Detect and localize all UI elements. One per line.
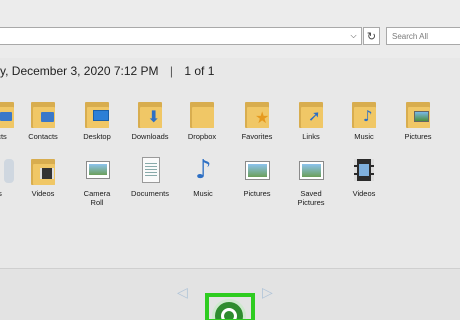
separator: | — [169, 64, 173, 78]
folder-label: Favorites — [241, 132, 273, 141]
library-item[interactable]: Documents — [124, 155, 176, 198]
search-input[interactable]: Search All — [386, 27, 460, 45]
folder-item[interactable]: ⬇ Downloads — [124, 98, 176, 141]
folder-item[interactable]: Videos — [17, 155, 69, 198]
bottom-control-bar: ◁ ▷ — [0, 268, 460, 320]
library-item[interactable]: ♪ Music — [177, 155, 229, 198]
camera-roll-icon — [81, 155, 113, 187]
folder-item[interactable]: ♪ Music — [338, 98, 390, 141]
folder-item[interactable]: Desktop — [71, 98, 123, 141]
library-label: Pictures — [243, 189, 271, 198]
photo-counter: 1 of 1 — [184, 64, 215, 78]
contacts-folder-icon — [0, 98, 18, 130]
library-item[interactable]: Videos — [338, 155, 390, 198]
pictures-folder-icon — [402, 98, 434, 130]
folder-item[interactable]: ➚ Links — [285, 98, 337, 141]
videos-folder-icon — [27, 155, 59, 187]
photo-date: y, December 3, 2020 7:12 PM — [0, 64, 159, 78]
downloads-folder-icon: ⬇ — [134, 98, 166, 130]
contacts-folder-icon — [27, 98, 59, 130]
folder-label: Downloads — [131, 132, 169, 141]
folder-label: Contacts — [28, 132, 58, 141]
photo-info-bar: y, December 3, 2020 7:12 PM | 1 of 1 — [0, 64, 460, 84]
library-label: Saved Pictures — [297, 189, 325, 207]
folder-label: Links — [302, 132, 320, 141]
library-item[interactable]: Camera Roll — [71, 155, 123, 207]
folder-label: Desktop — [83, 132, 111, 141]
next-icon[interactable]: ▷ — [262, 285, 273, 301]
videos-library-icon — [348, 155, 380, 187]
folder-item[interactable]: Contacts — [17, 98, 69, 141]
address-dropdown-icon[interactable]: ⌵ — [346, 28, 361, 44]
folder-icon — [0, 155, 16, 187]
folder-label: Dropbox — [187, 132, 217, 141]
music-library-icon: ♪ — [195, 155, 212, 185]
folder-label: Music — [354, 132, 374, 141]
library-label: Videos — [352, 189, 376, 198]
highlight-box — [205, 293, 255, 320]
folder-item[interactable]: ★ Favorites — [231, 98, 283, 141]
previous-icon[interactable]: ◁ — [177, 285, 188, 301]
music-folder-icon: ♪ — [348, 98, 380, 130]
folder-icon — [186, 98, 218, 130]
library-label: Camera Roll — [83, 189, 111, 207]
documents-icon — [134, 155, 166, 187]
address-bar[interactable]: ⌵ — [0, 27, 362, 45]
saved-pictures-icon — [295, 155, 327, 187]
favorites-folder-icon: ★ — [241, 98, 273, 130]
folder-item[interactable]: Dropbox — [176, 98, 228, 141]
library-label: Documents — [131, 189, 169, 198]
library-item[interactable]: Pictures — [231, 155, 283, 198]
folder-label: Pictures — [404, 132, 432, 141]
library-label: Music — [193, 189, 213, 198]
pictures-library-icon — [241, 155, 273, 187]
desktop-folder-icon — [81, 98, 113, 130]
folder-item[interactable]: Pictures — [392, 98, 444, 141]
library-item[interactable]: Saved Pictures — [285, 155, 337, 207]
refresh-icon[interactable]: ↻ — [363, 27, 380, 45]
links-folder-icon: ➚ — [295, 98, 327, 130]
top-toolbar: ⌵ ↻ Search All — [0, 0, 460, 58]
folder-label: Videos — [31, 189, 55, 198]
